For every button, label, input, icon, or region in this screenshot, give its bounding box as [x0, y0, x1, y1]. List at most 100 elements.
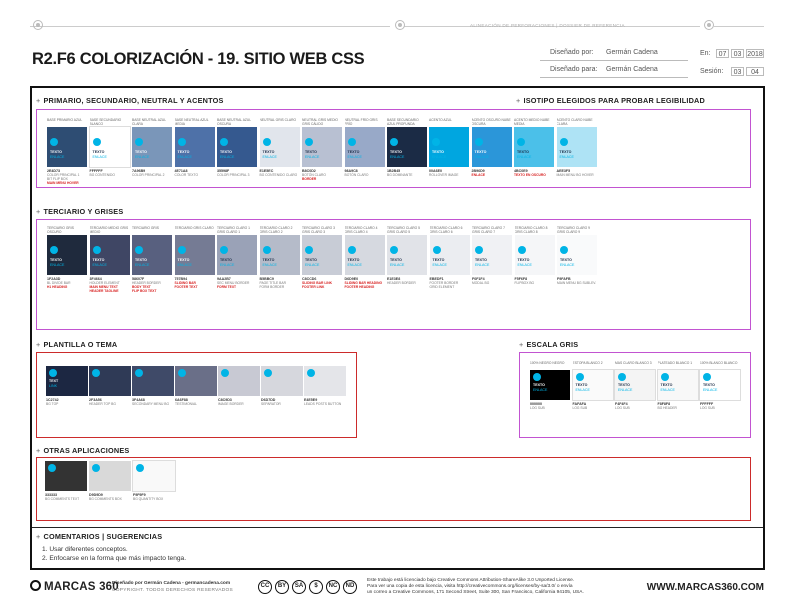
footer-url[interactable]: WWW.MARCAS360.COM: [647, 582, 764, 593]
swatch-usage: LOG SUB: [572, 406, 588, 410]
swatch-text-sample: TEXTO: [262, 150, 275, 154]
swatch-link-sample: ENLACE: [92, 263, 107, 267]
accent-dot-icon: [432, 246, 441, 254]
swatch-name: TERCIARIO CLARO 7 GRIS CLARO 7: [472, 226, 505, 234]
swatch-name: TERCIARIO CLARO 8 GRIS CLARO 8: [514, 226, 548, 234]
color-swatch[interactable]: D9D9D9 BG COMMENTS BOX: [89, 461, 131, 501]
license-text-2: Para ver una copia de esta licencia, vis…: [367, 584, 573, 589]
color-swatch[interactable]: TERCIARIO CLARO 5 GRIS CLARO 5 TEXTO ENLAC…: [387, 226, 427, 285]
color-swatch[interactable]: TERCIARIO GRIS TEXTO ENLACE 58607F HEADER BO…: [132, 226, 172, 294]
swatch-link-sample: ENLACE: [618, 388, 633, 392]
swatch-usage: BOTÓN CLARO: [344, 173, 369, 177]
swatch-usage: BG COMMENTS BOX: [89, 497, 122, 501]
color-swatch[interactable]: NEUTRAL GRIS CLARO TEXTO ENLACE E1E5EC BG CO…: [259, 118, 300, 177]
swatch-usage: LOG SUB: [530, 406, 545, 410]
swatch-text-sample: TEXTO: [262, 258, 275, 262]
color-swatch[interactable]: 3F4A68 SECONDARY MENU BG: [132, 366, 174, 406]
swatch-link-sample: ENLACE: [475, 263, 490, 267]
swatch-tile: [132, 460, 176, 492]
color-swatch[interactable]: ACENTO OSCURO NUBE OSCURA TEXTO ENLACE 2B96…: [471, 118, 512, 177]
swatch-name: MAS CLARO BLANCO 3: [615, 361, 652, 365]
color-swatch[interactable]: TERCIARIO CLARO 6 GRIS CLARO 6 TEXTO ENLAC…: [429, 226, 470, 289]
swatch-tile: TEXTO ENLACE: [530, 370, 570, 400]
swatch-link-sample: ENLACE: [50, 155, 65, 159]
swatch-name: PLATEADO BLANCO 1: [657, 361, 693, 365]
swatch-text-sample: TEXTO: [703, 383, 715, 387]
color-swatch[interactable]: NEUTRAL FRÍO GRIS FRÍO TEXTO ENLACE 98A9C8 B…: [344, 118, 385, 177]
swatch-link-sample: ENLACE: [432, 155, 447, 159]
color-swatch[interactable]: PLATEADO BLANCO 1 TEXTO ENLACE F8F8F8 BG HEA…: [656, 361, 699, 410]
color-swatch[interactable]: BASE NEUTRAL AZUL MEDIA TEXTO ENLACE 4E71A8…: [174, 118, 215, 177]
designed-by-value: Germán Cadena: [606, 49, 658, 56]
accent-dot-icon: [517, 138, 525, 146]
color-swatch[interactable]: 2F3A56 HEADER TOP BG: [89, 366, 131, 406]
color-swatch[interactable]: ESTOPA BLANCO 2 TEXTO ENLACE FAFAFA LOG SUB: [571, 361, 614, 410]
session-a-field[interactable]: 03: [731, 67, 744, 76]
color-swatch[interactable]: ACENTO MEDIO NUBE MEDIA TEXTO ENLACE 4BC0E9…: [514, 118, 554, 177]
color-swatch[interactable]: 100% NEGRO NEGRO TEXTO ENLACE 000000 LOG SUB: [530, 361, 570, 410]
color-swatch[interactable]: 333333 BG COMMENTS TEXT: [45, 461, 87, 501]
color-swatch[interactable]: BASE NEUTRAL AZUL OSCURA TEXTO ENLACE 35598…: [217, 118, 257, 177]
color-swatch[interactable]: 6A6F88 TESTIMONIAL: [175, 366, 217, 406]
swatch-name: TERCIARIO CLARO 4 GRIS CLARO 4: [344, 226, 378, 234]
accent-dot-icon: [390, 138, 398, 146]
swatch-tile: TEXTO ENLACE: [387, 235, 427, 275]
designed-for-label: Diseñado para:: [550, 66, 598, 73]
date-month-field[interactable]: 03: [731, 49, 744, 58]
accent-dot-icon: [575, 373, 584, 381]
color-swatch[interactable]: TERCIARIO CLARO 7 GRIS CLARO 7 TEXTO ENLAC…: [472, 226, 512, 285]
swatch-text-sample: TEXTO: [390, 150, 402, 154]
swatch-usage: LOG SUB: [615, 406, 630, 410]
color-swatch[interactable]: TERCIARIO CLARO 9 GRIS CLARO 9 TEXTO ENLAC…: [557, 226, 597, 285]
swatch-tile: [261, 366, 303, 396]
color-swatch[interactable]: BASE NEUTRAL AZUL CLARA TEXTO ENLACE 7A96B9…: [132, 118, 172, 177]
color-swatch[interactable]: F9F9F9 BG QUANTITY BOX: [132, 460, 176, 501]
swatch-link-sample: ENLACE: [177, 155, 192, 159]
swatch-text-sample: TEXTO: [390, 258, 402, 262]
session-b-field[interactable]: 04: [746, 67, 764, 76]
color-swatch[interactable]: TERCIARIO CLARO 4 GRIS CLARO 4 TEXTO ENLAC…: [344, 226, 385, 289]
swatch-link-sample: ENLACE: [517, 155, 532, 159]
color-swatch[interactable]: 100% BLANCO BLANCO TEXTO ENLACE FFFFFF LOG S…: [699, 361, 741, 410]
swatch-text-sample: TEXTO: [533, 383, 545, 387]
color-swatch[interactable]: NEUTRAL GRIS MEDIO GRIS CÁLIDO TEXTO ENLAC…: [302, 118, 342, 181]
color-swatch[interactable]: C8C9D3 IMAGE BORDER: [218, 366, 260, 406]
color-swatch[interactable]: TERCIARIO MEDIO GRIS MEDIO TEXTO ENLACE 3F4…: [89, 226, 130, 294]
date-year-field[interactable]: 2018: [746, 49, 764, 58]
license-text-1: Este trabajo está licenciado bajo Creati…: [367, 578, 575, 583]
accent-dot-icon: [559, 138, 568, 146]
swatch-usage: MODAL BG: [472, 281, 490, 285]
designed-by-label: Diseñado por:: [550, 49, 594, 56]
color-swatch[interactable]: TERCIARIO CLARO 1 GRIS CLARO 1 TEXTO ENLAC…: [217, 226, 257, 289]
color-swatch[interactable]: TERCIARIO GRIS CLARO TEXTO ENLACE 757B94 SLI…: [174, 226, 215, 289]
swatch-text-sample: TEXTO: [660, 383, 673, 387]
swatch-usage: BG CONTENIDO CLARO: [259, 173, 298, 177]
color-swatch[interactable]: BASE SECUNDARIO AZUL PROFUNDA TEXTO ENLACE…: [387, 118, 427, 177]
color-swatch[interactable]: TERCIARIO CLARO 2 GRIS CLARO 2 TEXTO ENLAC…: [259, 226, 300, 289]
swatch-usage: ROLLOVER IMAGE: [429, 173, 459, 177]
registration-mark-icon: [395, 20, 405, 30]
color-swatch[interactable]: TEXT LINK 1C2742 BG TOP: [46, 366, 88, 406]
swatch-tile: TEXTO ENLACE: [471, 127, 512, 167]
color-swatch[interactable]: BASE SECUNDARIO BLANCO TEXTO ENLACE FFFFFF B…: [88, 118, 131, 177]
date-day-field[interactable]: 07: [716, 49, 729, 58]
section-other-heading: + OTRAS APLICACIONES: [36, 446, 130, 455]
swatch-name: TERCIARIO CLARO 6 GRIS CLARO 6: [429, 226, 463, 234]
swatch-usage: HEADER BORDER: [387, 281, 416, 285]
swatch-link-sample: ENLACE: [533, 388, 548, 392]
swatch-usage: BG TOP: [46, 402, 59, 406]
swatch-name: BASE SECUNDARIO AZUL PROFUNDA: [387, 118, 419, 126]
accent-dot-icon: [264, 369, 272, 377]
color-swatch[interactable]: D6D7DD SEPARATOR: [261, 366, 303, 406]
color-swatch[interactable]: ACENTO AZUL TEXTO ENLACE 00A6E0 ROLLOVER IMA…: [429, 118, 469, 177]
swatch-tile: TEXTO ENLACE: [614, 369, 656, 401]
swatch-text-sample: TEXTO: [135, 150, 147, 154]
swatch-name: BASE NEUTRAL AZUL OSCURA: [217, 118, 252, 126]
color-swatch[interactable]: E4E5E9 LEADS POSTS BUTTON: [304, 366, 346, 406]
color-swatch[interactable]: ACENTO CLARO NUBE CLARA TEXTO ENLACE AEE3F5…: [556, 118, 597, 177]
color-swatch[interactable]: BASE PRIMARIO AZUL TEXTO ENLACE 2E4D73 COLOR…: [47, 118, 87, 186]
color-swatch[interactable]: TERCIARIO CLARO 3 GRIS CLARO 3 TEXTO ENLAC…: [302, 226, 342, 289]
color-swatch[interactable]: MAS CLARO BLANCO 3 TEXTO ENLACE F4F4F4 LOG S…: [614, 361, 656, 410]
color-swatch[interactable]: TERCIARIO CLARO 8 GRIS CLARO 8 TEXTO ENLAC…: [514, 226, 555, 285]
color-swatch[interactable]: TERCIARIO GRIS OSCURO TEXTO ENLACE 1F2A3D BL…: [47, 226, 87, 289]
